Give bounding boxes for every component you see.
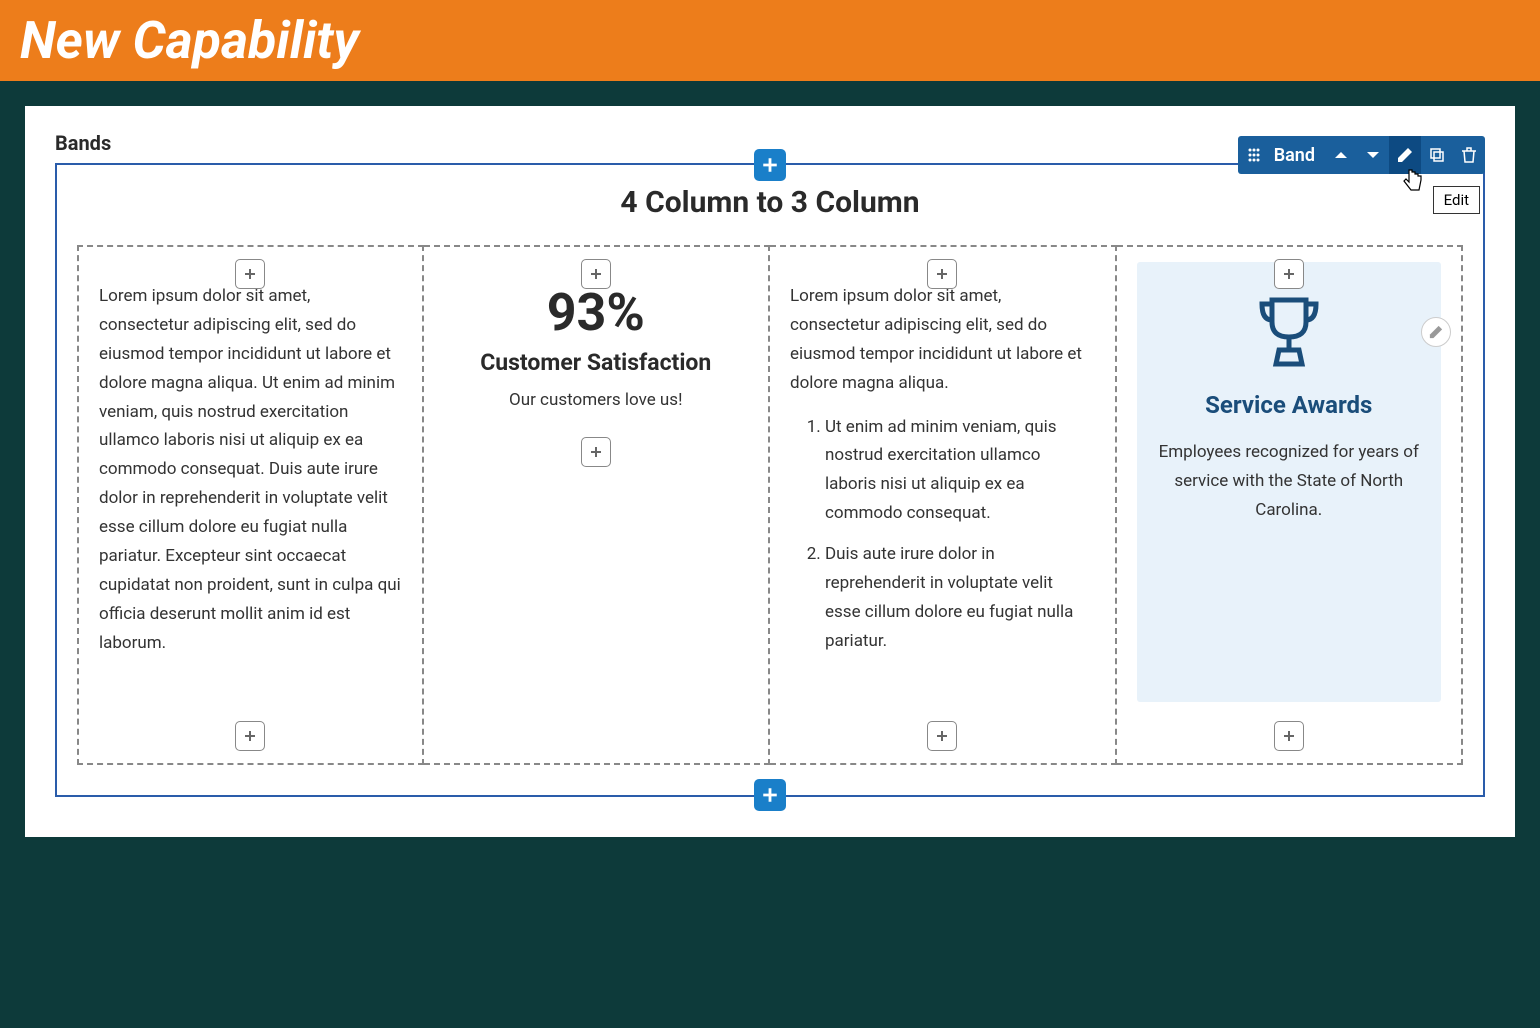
card-body: Employees recognized for years of servic… bbox=[1157, 438, 1422, 525]
toolbar-label: Band bbox=[1270, 145, 1325, 166]
stat-subtext: Our customers love us! bbox=[444, 390, 749, 410]
add-content-bottom-button[interactable] bbox=[235, 721, 265, 751]
band-container[interactable]: 4 Column to 3 Column Lorem ipsum dolor s… bbox=[55, 163, 1485, 797]
add-band-below-button[interactable] bbox=[754, 779, 786, 811]
edit-button[interactable] bbox=[1389, 136, 1421, 174]
column-4[interactable]: Service Awards Employees recognized for … bbox=[1117, 245, 1464, 765]
tooltip: Edit bbox=[1433, 186, 1480, 214]
column-3[interactable]: Lorem ipsum dolor sit amet, consectetur … bbox=[770, 245, 1117, 765]
add-content-top-button[interactable] bbox=[1274, 259, 1304, 289]
duplicate-button[interactable] bbox=[1421, 136, 1453, 174]
column-2[interactable]: 93% Customer Satisfaction Our customers … bbox=[424, 245, 771, 765]
list-item: Duis aute irure dolor in reprehenderit i… bbox=[825, 540, 1095, 656]
columns-grid: Lorem ipsum dolor sit amet, consectetur … bbox=[77, 245, 1463, 765]
card-title: Service Awards bbox=[1157, 391, 1422, 420]
column-3-intro: Lorem ipsum dolor sit amet, consectetur … bbox=[790, 282, 1095, 398]
column-3-list: Ut enim ad minim veniam, quis nostrud ex… bbox=[790, 413, 1095, 656]
add-content-bottom-button[interactable] bbox=[927, 721, 957, 751]
canvas: Bands Band Edit bbox=[25, 106, 1515, 837]
band-toolbar: Band bbox=[1238, 136, 1485, 174]
move-up-button[interactable] bbox=[1325, 136, 1357, 174]
add-content-top-button[interactable] bbox=[581, 259, 611, 289]
drag-handle-icon[interactable] bbox=[1238, 136, 1270, 174]
band-title: 4 Column to 3 Column bbox=[77, 185, 1463, 220]
header-banner: New Capability bbox=[0, 0, 1540, 81]
add-content-bottom-button[interactable] bbox=[1274, 721, 1304, 751]
canvas-wrap: Bands Band Edit bbox=[0, 81, 1540, 862]
column-1-text: Lorem ipsum dolor sit amet, consectetur … bbox=[99, 282, 402, 658]
trophy-icon bbox=[1157, 292, 1422, 376]
stat-value: 93% bbox=[444, 282, 749, 343]
add-content-bottom-button[interactable] bbox=[581, 437, 611, 467]
column-1[interactable]: Lorem ipsum dolor sit amet, consectetur … bbox=[77, 245, 424, 765]
add-content-top-button[interactable] bbox=[927, 259, 957, 289]
list-item: Ut enim ad minim veniam, quis nostrud ex… bbox=[825, 413, 1095, 529]
page-title: New Capability bbox=[20, 10, 1520, 71]
move-down-button[interactable] bbox=[1357, 136, 1389, 174]
card[interactable]: Service Awards Employees recognized for … bbox=[1137, 262, 1442, 702]
add-content-top-button[interactable] bbox=[235, 259, 265, 289]
delete-button[interactable] bbox=[1453, 136, 1485, 174]
card-edit-button[interactable] bbox=[1421, 317, 1451, 347]
stat-label: Customer Satisfaction bbox=[444, 348, 749, 378]
add-band-above-button[interactable] bbox=[754, 149, 786, 181]
